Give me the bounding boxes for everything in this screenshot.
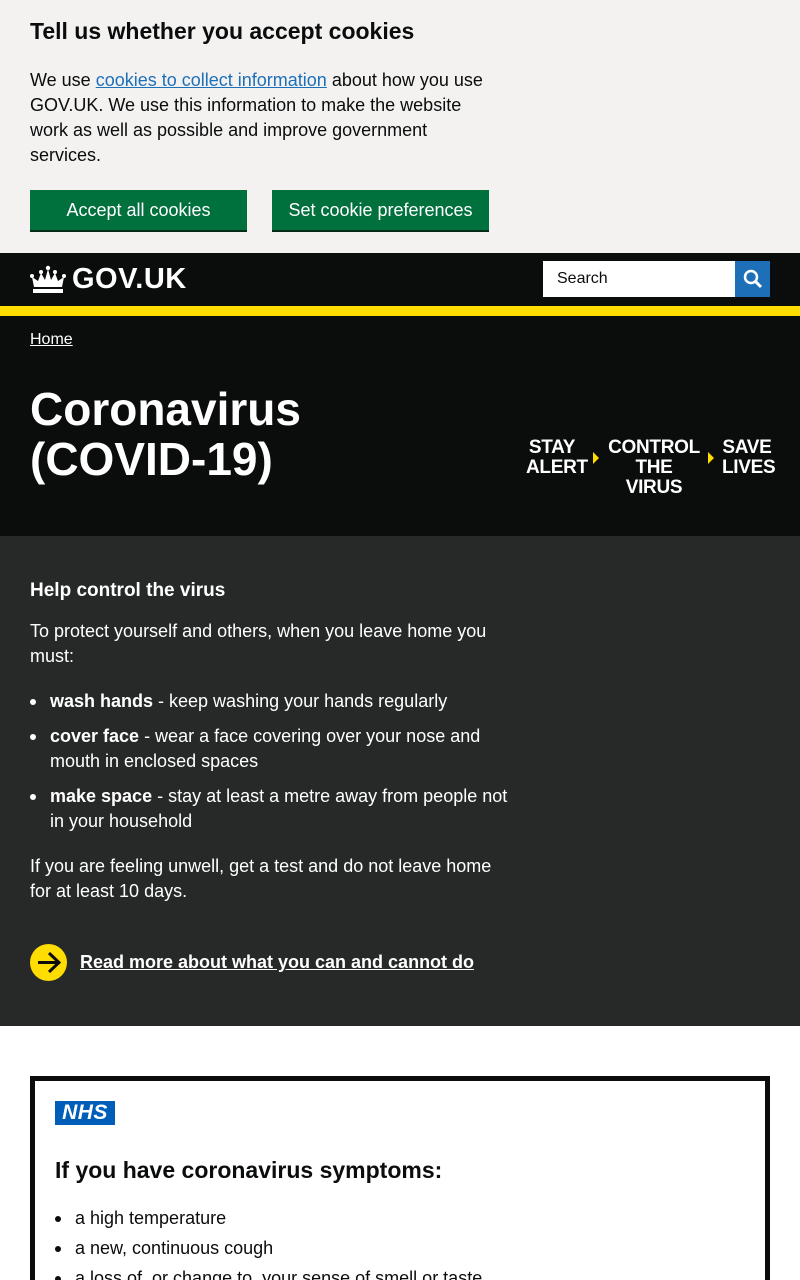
govuk-logo-link[interactable]: GOV.UK bbox=[30, 263, 187, 296]
cookie-banner: Tell us whether you accept cookies We us… bbox=[0, 0, 800, 253]
nhs-logo: NHS bbox=[55, 1101, 115, 1125]
help-list: wash hands - keep washing your hands reg… bbox=[30, 689, 520, 844]
nhs-symptoms-box: NHS If you have coronavirus symptoms: a … bbox=[30, 1076, 770, 1280]
cookie-banner-text: We use cookies to collect information ab… bbox=[30, 68, 500, 168]
breadcrumb-home[interactable]: Home bbox=[30, 331, 73, 349]
slogan-arrow-icon bbox=[708, 452, 714, 464]
crown-icon bbox=[30, 265, 66, 293]
help-heading: Help control the virus bbox=[30, 580, 226, 601]
search-icon bbox=[743, 269, 762, 289]
read-more-link[interactable]: Read more about what you can and cannot … bbox=[80, 952, 474, 973]
cookie-banner-title: Tell us whether you accept cookies bbox=[30, 18, 415, 44]
list-item-bold: make space bbox=[50, 786, 153, 806]
logo-text: GOV.UK bbox=[72, 263, 187, 295]
search-input[interactable]: Search bbox=[543, 261, 735, 297]
list-item-bold: wash hands bbox=[50, 691, 154, 711]
slogan-save-lives: SAVE LIVES bbox=[722, 437, 776, 478]
list-item: cover face - wear a face covering over y… bbox=[30, 724, 520, 774]
list-item: a loss of, or change to, your sense of s… bbox=[55, 1266, 735, 1280]
site-header: GOV.UK Search bbox=[0, 253, 800, 306]
arrow-right-icon bbox=[30, 944, 67, 981]
symptoms-list: a high temperature a new, continuous cou… bbox=[55, 1206, 735, 1280]
search-placeholder: Search bbox=[557, 270, 608, 287]
list-item: a new, continuous cough bbox=[55, 1236, 735, 1261]
accept-cookies-button[interactable]: Accept all cookies bbox=[30, 190, 247, 230]
list-item-bold: cover face bbox=[50, 726, 140, 746]
help-intro: To protect yourself and others, when you… bbox=[30, 621, 487, 666]
list-item: a high temperature bbox=[55, 1206, 735, 1231]
slogan-graphic: STAY ALERT CONTROL THE VIRUS SAVE LIVES bbox=[526, 437, 776, 498]
help-unwell-text: If you are feeling unwell, get a test an… bbox=[30, 856, 492, 901]
cookies-info-link[interactable]: cookies to collect information bbox=[96, 70, 327, 90]
slogan-arrow-icon bbox=[593, 452, 599, 464]
help-control-section: Help control the virus To protect yourse… bbox=[0, 536, 800, 1026]
slogan-stay-alert: STAY ALERT bbox=[526, 437, 588, 478]
cookie-text-prefix: We use bbox=[30, 70, 96, 90]
read-more-link-container[interactable]: Read more about what you can and cannot … bbox=[30, 944, 474, 981]
cookie-preferences-button[interactable]: Set cookie preferences bbox=[272, 190, 489, 230]
list-item-text: - keep washing your hands regularly bbox=[153, 691, 448, 711]
list-item: wash hands - keep washing your hands reg… bbox=[30, 689, 520, 714]
page-title: Coronavirus (COVID-19) bbox=[30, 383, 301, 485]
nhs-heading: If you have coronavirus symptoms: bbox=[55, 1157, 443, 1183]
list-item: make space - stay at least a metre away … bbox=[30, 784, 520, 834]
search-button[interactable] bbox=[735, 261, 770, 297]
slogan-control-the-virus: CONTROL THE VIRUS bbox=[608, 437, 700, 498]
header-yellow-stripe bbox=[0, 306, 800, 316]
hero-section: Home Coronavirus (COVID-19) STAY ALERT C… bbox=[0, 316, 800, 536]
